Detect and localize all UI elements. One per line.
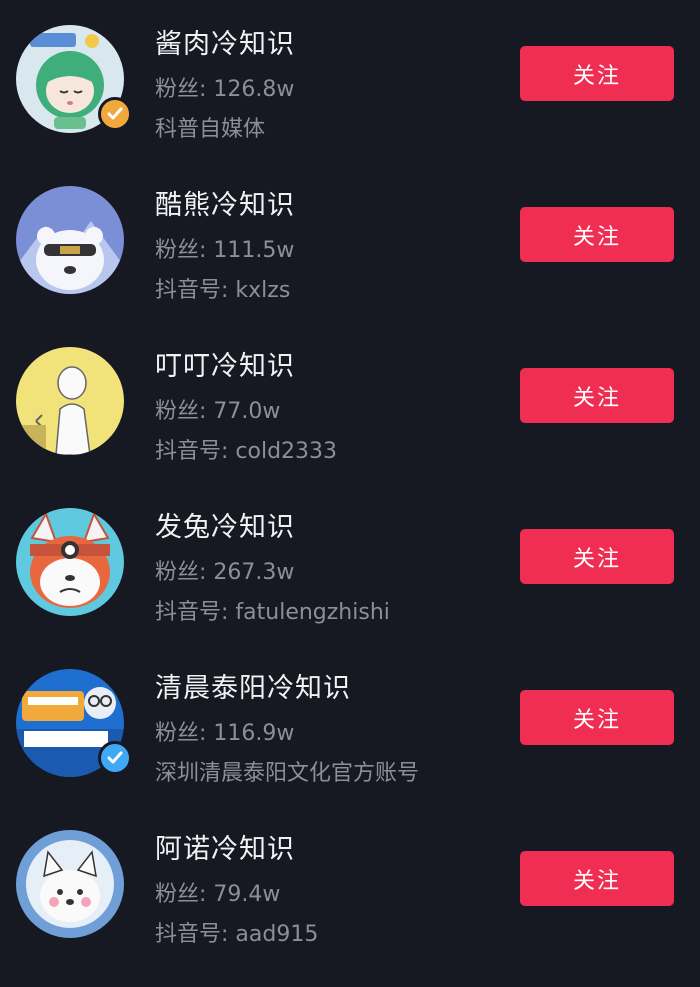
fan-count: 粉丝: 126.8w	[155, 77, 295, 102]
fan-count: 粉丝: 79.4w	[155, 882, 281, 907]
verified-gold-icon	[98, 97, 132, 131]
avatar[interactable]	[16, 186, 124, 294]
avatar[interactable]	[16, 508, 124, 616]
account-description: 科普自媒体	[155, 117, 266, 142]
account-row[interactable]: 酷熊冷知识 粉丝: 111.5w 抖音号: kxlzs 关注	[0, 161, 700, 321]
account-description: 抖音号: cold2333	[155, 439, 338, 464]
account-name[interactable]: 阿诺冷知识	[155, 827, 295, 866]
fan-count: 粉丝: 111.5w	[155, 238, 295, 263]
fan-count: 粉丝: 267.3w	[155, 560, 295, 585]
account-row[interactable]: 阿诺冷知识 粉丝: 79.4w 抖音号: aad915 关注	[0, 805, 700, 965]
account-row[interactable]: 清晨泰阳冷知识 粉丝: 116.9w 深圳清晨泰阳文化官方账号 关注	[0, 644, 700, 804]
account-row[interactable]: 酱肉冷知识 粉丝: 126.8w 科普自媒体 关注	[0, 0, 700, 160]
fan-count: 粉丝: 116.9w	[155, 721, 295, 746]
account-name[interactable]: 清晨泰阳冷知识	[155, 666, 351, 705]
follow-button[interactable]: 关注	[520, 207, 674, 262]
account-name[interactable]: 酱肉冷知识	[155, 22, 295, 61]
account-name[interactable]: 酷熊冷知识	[155, 183, 295, 222]
follow-button[interactable]: 关注	[520, 690, 674, 745]
account-description: 抖音号: fatulengzhishi	[155, 600, 390, 625]
account-description: 深圳清晨泰阳文化官方账号	[155, 761, 420, 786]
account-name[interactable]: 叮叮冷知识	[155, 344, 295, 383]
follow-button[interactable]: 关注	[520, 368, 674, 423]
account-row[interactable]: 叮叮冷知识 粉丝: 77.0w 抖音号: cold2333 关注	[0, 322, 700, 482]
fan-count: 粉丝: 77.0w	[155, 399, 281, 424]
verified-blue-icon	[98, 741, 132, 775]
account-name[interactable]: 发兔冷知识	[155, 505, 295, 544]
account-description: 抖音号: kxlzs	[155, 278, 291, 303]
follow-button[interactable]: 关注	[520, 851, 674, 906]
account-list: 酱肉冷知识 粉丝: 126.8w 科普自媒体 关注 酷熊冷知识 粉丝: 111.…	[0, 0, 700, 987]
account-description: 抖音号: aad915	[155, 922, 319, 947]
avatar[interactable]	[16, 347, 124, 455]
follow-button[interactable]: 关注	[520, 46, 674, 101]
avatar[interactable]	[16, 830, 124, 938]
account-row[interactable]: 发兔冷知识 粉丝: 267.3w 抖音号: fatulengzhishi 关注	[0, 483, 700, 643]
follow-button[interactable]: 关注	[520, 529, 674, 584]
